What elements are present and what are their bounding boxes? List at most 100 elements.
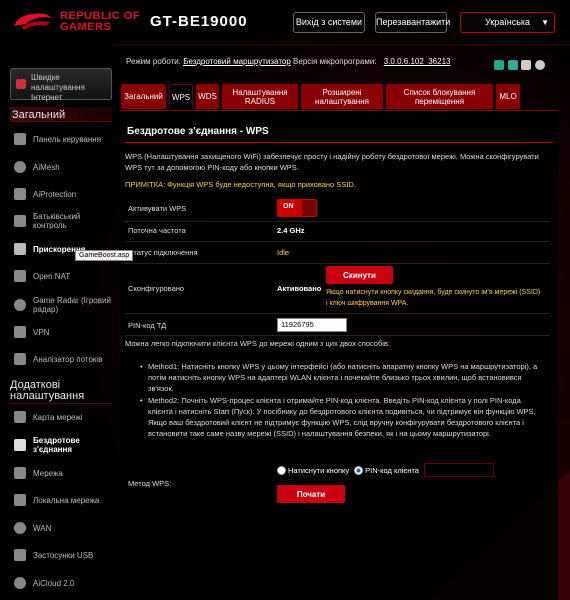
traffic-analyzer-icon: [14, 353, 26, 365]
push-button-label: Натиснути кнопку: [288, 465, 350, 475]
open-nat-icon: [14, 270, 26, 282]
status-bar: Режим роботи: Бездротовий маршрутизатор …: [126, 57, 556, 77]
sidebar-item-traffic-analyzer[interactable]: Аналізатор потоків: [10, 347, 112, 371]
status-value: Idle: [277, 248, 290, 257]
row-divider: [125, 335, 550, 336]
sidebar-item-network[interactable]: Мережа: [10, 461, 112, 485]
enable-wps-toggle[interactable]: ON: [277, 199, 317, 217]
mode-link[interactable]: Бездротовий маршрутизатор: [183, 57, 291, 66]
client-pin-input[interactable]: [423, 463, 494, 477]
tab-roaming-block[interactable]: Список блокування переміщення: [386, 84, 493, 109]
quick-setup-button[interactable]: Швидке налаштування Інтернет: [10, 68, 112, 102]
client-pin-label: PIN-код клієнта: [365, 465, 419, 475]
usb-status-icon[interactable]: [494, 60, 504, 70]
sidebar-item-wireless[interactable]: Бездротове з'єднання: [10, 433, 112, 457]
enable-wps-label: Активувати WPS: [128, 204, 187, 213]
sidebar-item-parental[interactable]: Батьківський контроль: [10, 209, 112, 233]
configured-label: Сконфігуровано: [128, 284, 185, 293]
page-title: Бездротове з'єднання - WPS: [127, 126, 269, 137]
wan-icon: [14, 522, 26, 534]
model-name: GT-BE19000: [150, 13, 248, 30]
toggle-knob: [302, 200, 316, 216]
sidebar-item-wan[interactable]: WAN: [10, 516, 112, 540]
radio-push-button[interactable]: [277, 465, 286, 475]
page-description: WPS (Налаштування захищеного WiFi) забез…: [125, 152, 539, 172]
tooltip: GameBoost.asp: [75, 250, 134, 261]
shield-icon: [14, 188, 26, 200]
toggle-state: ON: [283, 203, 294, 210]
rocket-icon: [14, 243, 26, 255]
lan-icon: [14, 494, 26, 506]
network-icon: [14, 467, 26, 479]
start-button[interactable]: Почати: [277, 485, 345, 503]
tab-wds[interactable]: WDS: [196, 84, 219, 109]
tab-radius[interactable]: Налаштування RADIUS: [222, 84, 298, 109]
sidebar-item-dashboard[interactable]: Панель керування: [10, 127, 112, 151]
notification-icon[interactable]: [521, 60, 531, 70]
vpn-icon: [14, 326, 26, 338]
mode-label: Режим роботи:: [126, 57, 181, 66]
parental-icon: [14, 215, 26, 227]
tab-general[interactable]: Загальний: [121, 84, 166, 109]
language-select[interactable]: Українська ▼: [460, 12, 555, 33]
firmware-link[interactable]: 3.0.0.6.102_36213: [384, 57, 451, 66]
sidebar-item-vpn[interactable]: VPN: [10, 320, 112, 344]
radio-client-pin[interactable]: [354, 465, 364, 475]
frequency-value: 2.4 GHz: [277, 226, 305, 235]
sidebar-item-open-nat[interactable]: Open NAT: [10, 264, 112, 288]
network-map-icon: [14, 411, 26, 423]
tab-wps[interactable]: WPS: [169, 84, 193, 109]
sidebar: Швидке налаштування Інтернет Загальний П…: [0, 45, 115, 600]
wps-method-label: Метод WPS:: [128, 479, 172, 488]
method1-text: Method1: Натисніть кнопку WPS у цьому ін…: [140, 361, 545, 394]
quick-setup-label: Швидке налаштування Інтернет: [31, 73, 85, 102]
tab-bar: Загальний WPS WDS Налаштування RADIUS Ро…: [121, 84, 523, 110]
logout-button[interactable]: Вихід з системи: [293, 12, 365, 33]
tab-advanced[interactable]: Розширені налаштування: [301, 84, 383, 109]
radar-icon: [14, 299, 26, 311]
howto-text: Можна легко підключити клієнта WPS до ме…: [125, 339, 390, 348]
sidebar-item-network-map[interactable]: Карта мережі: [10, 405, 112, 429]
section-advanced-heading: Додаткові налаштування: [10, 378, 112, 404]
pin-label: PIN-код ТД: [128, 321, 167, 330]
row-divider: [125, 221, 550, 222]
chevron-down-icon: ▼: [541, 18, 549, 27]
firmware-label: Версія мікропрограми:: [293, 57, 377, 66]
language-value: Українська: [484, 17, 531, 27]
wireless-icon: [14, 439, 26, 451]
wps-note: ПРИМІТКА: Функція WPS буде недоступна, я…: [125, 180, 356, 189]
row-divider: [125, 263, 550, 264]
reboot-button[interactable]: Перезавантажити: [375, 12, 450, 33]
method2-text: Method2: Почніть WPS-процес клієнта і от…: [140, 395, 545, 439]
frequency-label: Поточна частота: [128, 226, 186, 235]
brand-logo-text: REPUBLIC OF GAMERS: [60, 10, 141, 33]
row-divider: [125, 241, 550, 242]
usb-icon: [14, 549, 26, 561]
row-divider: [125, 313, 550, 314]
main-panel: Бездротове з'єднання - WPS WPS (Налаштув…: [120, 110, 558, 600]
gear-icon[interactable]: [535, 60, 545, 70]
ap-pin-field[interactable]: 11926795: [277, 318, 347, 332]
wps-method-group: Натиснути кнопку PIN-код клієнта: [277, 463, 494, 477]
sidebar-item-lan[interactable]: Локальна мережа: [10, 488, 112, 512]
rog-logo-icon: [14, 13, 52, 30]
method-list: Method1: Натисніть кнопку WPS у цьому ін…: [140, 361, 545, 440]
tab-mlo[interactable]: MLO: [496, 84, 520, 109]
reset-button[interactable]: Скинути: [326, 266, 393, 284]
sidebar-item-usb[interactable]: Застосунки USB: [10, 543, 112, 567]
title-divider: [125, 142, 553, 143]
cloud-icon: [14, 577, 26, 589]
aimesh-icon: [14, 161, 26, 173]
network-status-icon[interactable]: [508, 60, 518, 70]
section-general-heading: Загальний: [10, 107, 112, 122]
quick-setup-icon: [16, 79, 26, 89]
dashboard-icon: [14, 133, 26, 145]
sidebar-item-aimesh[interactable]: AiMesh: [10, 155, 112, 179]
status-label: Статус підключення: [128, 248, 198, 257]
sidebar-item-game-radar[interactable]: Game Radar (Ігровий радар): [10, 292, 112, 318]
configured-value: Активовано: [277, 284, 322, 293]
header-bar: REPUBLIC OF GAMERS GT-BE19000 Вихід з си…: [0, 0, 570, 45]
reset-hint: Якщо натиснути кнопку скидання, буде ски…: [326, 289, 541, 307]
sidebar-item-aiprotection[interactable]: AiProtection: [10, 182, 112, 206]
sidebar-item-aicloud[interactable]: AiCloud 2.0: [10, 571, 112, 595]
